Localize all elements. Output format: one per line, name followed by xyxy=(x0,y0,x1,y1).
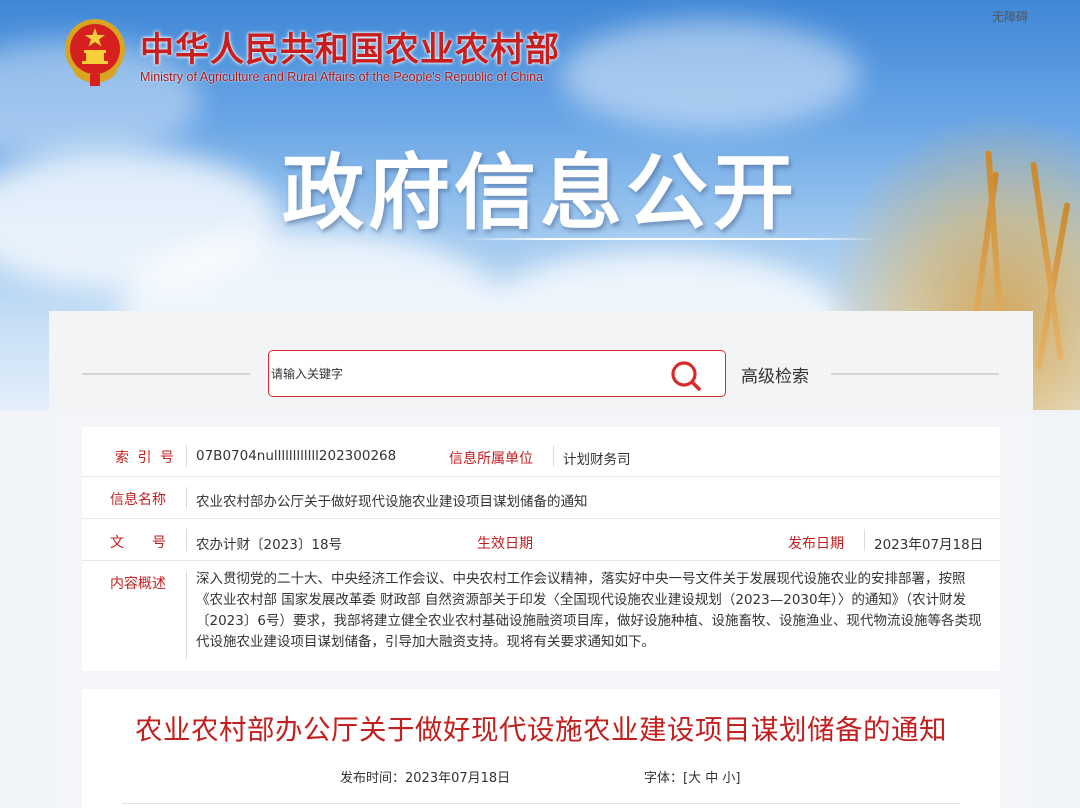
main-panel: 高级检索 索 引 号 07B0704nullllllllllll20230026… xyxy=(49,311,1033,808)
column-divider xyxy=(186,529,187,551)
font-bracket-close: ] xyxy=(735,771,741,786)
search-icon[interactable] xyxy=(667,357,707,393)
advanced-search-link[interactable]: 高级检索 xyxy=(741,362,809,387)
search-divider-right xyxy=(831,373,999,375)
info-row-index: 索 引 号 07B0704nullllllllllll202300268 信息所… xyxy=(82,427,1000,477)
info-metadata-table: 索 引 号 07B0704nullllllllllll202300268 信息所… xyxy=(82,427,1000,671)
name-label: 信息名称 xyxy=(110,492,166,508)
article-divider xyxy=(122,803,960,804)
summary-label: 内容概述 xyxy=(110,576,166,592)
font-size-label: 字体： xyxy=(644,771,684,786)
index-label: 索 引 号 xyxy=(115,450,176,466)
info-row-doc-number: 文 号 农办计财〔2023〕18号 生效日期 发布日期 2023年07月18日 xyxy=(82,519,1000,561)
search-box xyxy=(268,350,726,397)
publish-date-label: 发布日期 xyxy=(788,536,844,552)
banner-title: 政府信息公开 xyxy=(282,146,799,241)
search-area: 高级检索 xyxy=(49,311,1033,411)
accessibility-link[interactable]: 无障碍 xyxy=(992,8,1028,25)
doc-number-label-part1: 文 xyxy=(110,535,124,551)
ministry-name-english[interactable]: Ministry of Agriculture and Rural Affair… xyxy=(140,70,543,84)
unit-value: 计划财务司 xyxy=(563,452,631,468)
info-row-name: 信息名称 农业农村部办公厅关于做好现代设施农业建设项目谋划储备的通知 xyxy=(82,477,1000,519)
column-divider xyxy=(186,445,187,467)
cloud-decoration xyxy=(560,20,860,130)
publish-date-value: 2023年07月18日 xyxy=(874,537,984,553)
search-input[interactable] xyxy=(271,363,651,385)
font-size-large-button[interactable]: 大 xyxy=(688,771,701,786)
font-size-control: 字体：[大 中 小] xyxy=(644,767,741,786)
publish-time-label: 发布时间： xyxy=(340,771,406,786)
doc-number-label-part2: 号 xyxy=(152,535,166,551)
publish-time: 发布时间：2023年07月18日 xyxy=(340,767,510,786)
unit-label: 信息所属单位 xyxy=(449,451,533,467)
publish-time-value: 2023年07月18日 xyxy=(405,771,511,786)
ministry-name[interactable]: 中华人民共和国农业农村部 xyxy=(140,22,560,71)
font-size-small-button[interactable]: 小 xyxy=(722,771,735,786)
column-divider xyxy=(864,529,865,551)
doc-number-value: 农办计财〔2023〕18号 xyxy=(196,537,343,553)
index-value: 07B0704nullllllllllll202300268 xyxy=(196,448,397,464)
search-divider-left xyxy=(82,373,250,375)
effective-date-label: 生效日期 xyxy=(477,536,533,552)
article-title: 农业农村部办公厅关于做好现代设施农业建设项目谋划储备的通知 xyxy=(135,714,947,746)
column-divider xyxy=(553,445,554,467)
national-emblem-icon[interactable] xyxy=(62,16,128,90)
summary-text: 深入贯彻党的二十大、中央经济工作会议、中央农村工作会议精神，落实好中央一号文件关… xyxy=(196,571,982,650)
name-value: 农业农村部办公厅关于做好现代设施农业建设项目谋划储备的通知 xyxy=(196,494,588,510)
banner-divider xyxy=(460,238,880,240)
font-size-medium-button[interactable]: 中 xyxy=(705,771,718,786)
article-header: 农业农村部办公厅关于做好现代设施农业建设项目谋划储备的通知 发布时间：2023年… xyxy=(82,689,1000,808)
column-divider xyxy=(186,571,187,659)
column-divider xyxy=(186,487,187,509)
info-row-summary: 内容概述 深入贯彻党的二十大、中央经济工作会议、中央农村工作会议精神，落实好中央… xyxy=(82,561,1000,671)
